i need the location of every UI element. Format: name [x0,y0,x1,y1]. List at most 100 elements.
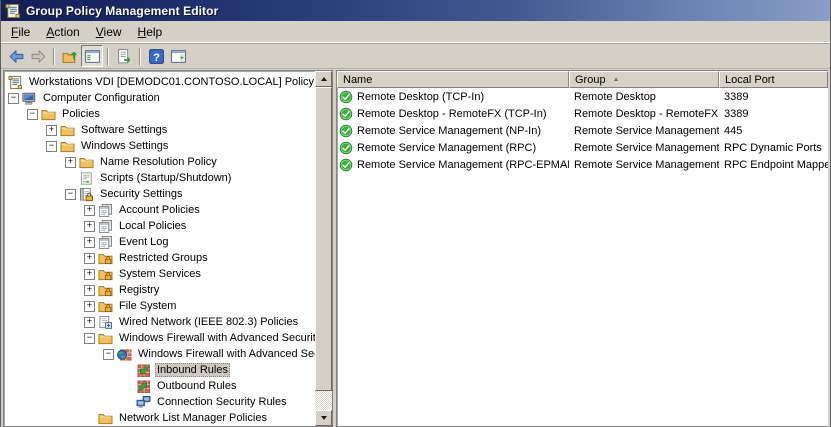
tree-item-label: Name Resolution Policy [100,156,217,168]
tree-item-network-list-manager-policies[interactable]: Network List Manager Policies [4,410,315,426]
tree-item-windows-firewall-with-advanced-security[interactable]: − Windows Firewall with Advanced Security [4,346,315,362]
tree-item-system-services[interactable]: + System Services [4,266,315,282]
toolbar-separator [139,47,141,65]
collapse-minus-icon[interactable]: − [8,92,19,104]
tree-item-label: Network List Manager Policies [119,412,267,424]
rule-local-port-cell: 445 [724,124,743,137]
tree-item-file-system[interactable]: + File System [4,298,315,314]
expand-plus-icon[interactable]: + [84,220,95,232]
rule-row-remote-desktop-tcp-in[interactable]: Remote Desktop (TCP-In) Remote Desktop 338… [337,88,828,105]
tree-item-event-log[interactable]: + Event Log [4,234,315,250]
tree-item-scripts-startup-shutdown[interactable]: Scripts (Startup/Shutdown) [4,170,315,186]
collapse-minus-icon[interactable]: − [46,140,57,152]
collapse-minus-icon[interactable]: − [103,348,114,360]
tree-item-local-policies[interactable]: + Local Policies [4,218,315,234]
gpo-icon [5,3,21,19]
expand-plus-icon[interactable]: + [46,124,57,136]
column-header-name[interactable]: Name [337,71,569,88]
forward-button[interactable] [27,45,49,67]
back-button[interactable] [5,45,27,67]
tree-item-label: Computer Configuration [43,92,160,104]
expand-plus-icon[interactable]: + [84,300,95,312]
action-pane-button[interactable] [167,45,189,67]
expand-plus-icon[interactable]: + [65,156,76,168]
folder-icon [41,107,56,122]
tree-item-name-resolution-policy[interactable]: + Name Resolution Policy [4,154,315,170]
toolbar-separator [53,47,55,65]
toolbar: ? [1,44,830,69]
scroll-down-button[interactable] [315,410,332,426]
help-icon: ? [148,48,165,65]
export-list-button[interactable] [113,45,135,67]
rule-name: Remote Service Management (NP-In) [357,124,542,137]
tree-item-label: Workstations VDI [DEMODC01.CONTOSO.LOCAL… [29,76,315,88]
rule-group-cell: Remote Desktop [574,90,656,103]
up-one-level-button[interactable] [59,45,81,67]
rule-row-remote-desktop-remotefx-tcp-in[interactable]: Remote Desktop - RemoteFX (TCP-In) Remote… [337,105,828,122]
inbound-rules-icon [136,363,151,378]
scroll-down-arrow-icon [320,416,327,420]
tree-item-label: Policies [62,108,100,120]
collapse-minus-icon[interactable]: − [65,188,76,200]
expand-plus-icon[interactable]: + [84,316,95,328]
expand-plus-icon[interactable]: + [84,268,95,280]
tree-item-wired-network-ieee-802-3-policies[interactable]: + Wired Network (IEEE 802.3) Policies [4,314,315,330]
tree-item-workstations-vdi-demodc01-contoso-local-policy[interactable]: Workstations VDI [DEMODC01.CONTOSO.LOCAL… [4,74,315,90]
rule-group-cell: Remote Service Management [574,158,719,171]
tree-item-computer-configuration[interactable]: − Computer Configuration [4,90,315,106]
rule-row-remote-service-management-rpc-epmap[interactable]: Remote Service Management (RPC-EPMAP) Rem… [337,156,828,173]
rule-name: Remote Service Management (RPC-EPMAP) [357,158,569,171]
menu-item-help[interactable]: Help [130,23,171,41]
scrollbar-track[interactable] [315,391,332,410]
tree-item-inbound-rules[interactable]: Inbound Rules [4,362,315,378]
rule-name-cell: Remote Service Management (NP-In) [337,124,569,138]
tree-item-label: Registry [119,284,160,296]
folder-icon [98,331,113,346]
collapse-minus-icon[interactable]: − [84,332,95,344]
title-bar[interactable]: Group Policy Management Editor [1,0,830,21]
svg-text:?: ? [153,51,160,63]
tree-item-outbound-rules[interactable]: Outbound Rules [4,378,315,394]
folder-icon [98,411,113,426]
rule-row-remote-service-management-np-in[interactable]: Remote Service Management (NP-In) Remote … [337,122,828,139]
tree-item-label: Account Policies [119,204,200,216]
rule-row-remote-service-management-rpc[interactable]: Remote Service Management (RPC) Remote Se… [337,139,828,156]
expand-plus-icon[interactable]: + [84,236,95,248]
folder-icon [60,139,75,154]
tree-item-software-settings[interactable]: + Software Settings [4,122,315,138]
menu-item-action[interactable]: Action [38,23,87,41]
rule-name: Remote Desktop - RemoteFX (TCP-In) [357,107,547,120]
scroll-up-arrow-icon [320,77,327,81]
up-one-level-icon [62,48,79,65]
expand-plus-icon[interactable]: + [84,252,95,264]
rule-name-cell: Remote Desktop - RemoteFX (TCP-In) [337,107,569,121]
expand-plus-icon[interactable]: + [84,284,95,296]
tree-item-label: Windows Firewall with Advanced Security [119,332,315,344]
rule-name-cell: Remote Desktop (TCP-In) [337,90,569,104]
main-area: Workstations VDI [DEMODC01.CONTOSO.LOCAL… [3,68,828,427]
column-header-group[interactable]: Group ▲ [569,71,719,88]
tree-scrollbar[interactable] [315,71,332,426]
tree-item-windows-firewall-with-advanced-security[interactable]: − Windows Firewall with Advanced Security [4,330,315,346]
menu-item-view[interactable]: View [88,23,130,41]
column-header-label: Name [343,73,373,86]
tree-item-registry[interactable]: + Registry [4,282,315,298]
column-header-local-port[interactable]: Local Port [719,71,828,88]
tree-item-windows-settings[interactable]: − Windows Settings [4,138,315,154]
scroll-up-button[interactable] [315,71,332,87]
tree-item-policies[interactable]: − Policies [4,106,315,122]
console-tree-button[interactable] [81,45,103,67]
forward-icon [30,48,47,65]
tree-item-label: Inbound Rules [155,363,230,377]
scrollbar-thumb[interactable] [315,87,332,391]
tree-item-security-settings[interactable]: − Security Settings [4,186,315,202]
tree-item-account-policies[interactable]: + Account Policies [4,202,315,218]
collapse-minus-icon[interactable]: − [27,108,38,120]
console-tree-icon [84,48,101,65]
tree-item-connection-security-rules[interactable]: Connection Security Rules [4,394,315,410]
menu-item-file[interactable]: File [3,23,38,41]
tree-item-restricted-groups[interactable]: + Restricted Groups [4,250,315,266]
expand-plus-icon[interactable]: + [84,204,95,216]
column-header-label: Local Port [725,73,775,86]
help-button[interactable]: ? [145,45,167,67]
